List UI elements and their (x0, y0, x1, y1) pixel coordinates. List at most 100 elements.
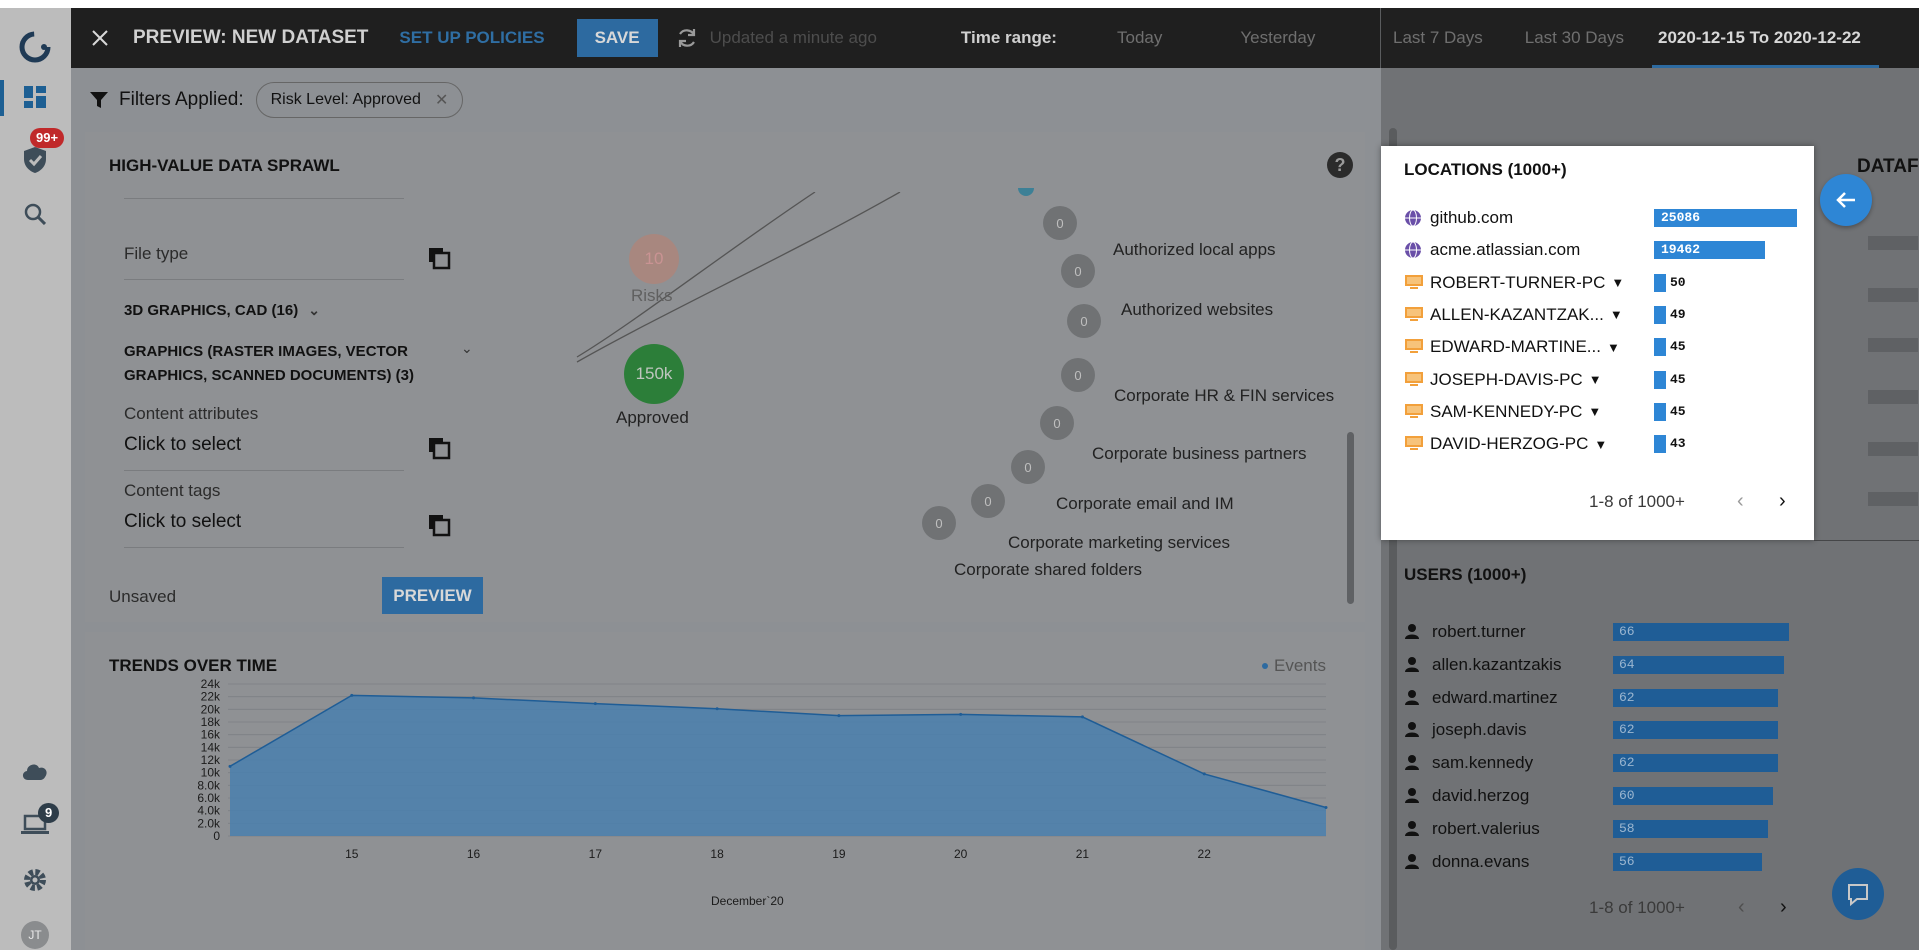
content-attributes-select[interactable]: Click to select (124, 434, 241, 456)
chevron-down-icon[interactable]: ⌄ (308, 302, 320, 319)
expand-caret-icon[interactable]: ▼ (1607, 340, 1620, 355)
user-bar (1613, 623, 1789, 641)
chat-button[interactable] (1832, 868, 1884, 920)
location-row[interactable]: acme.atlassian.com 19462 (1404, 240, 1804, 260)
content-tags-label: Content tags (124, 481, 221, 500)
range-last-7-days[interactable]: Last 7 Days (1393, 28, 1483, 48)
location-name: ROBERT-TURNER-PC (1430, 272, 1606, 292)
events-point[interactable] (1080, 715, 1084, 719)
expand-caret-icon[interactable]: ▼ (1594, 437, 1607, 452)
events-point[interactable] (228, 764, 232, 768)
graph-node[interactable]: 0 (922, 506, 956, 540)
skeleton-bar (1868, 288, 1918, 302)
user-row[interactable]: sam.kennedy 62 (1404, 753, 1804, 773)
range-today[interactable]: Today (1117, 28, 1162, 48)
graph-scrollbar[interactable] (1347, 432, 1354, 604)
expand-caret-icon[interactable]: ▼ (1611, 275, 1624, 290)
user-row[interactable]: donna.evans 56 (1404, 852, 1804, 872)
category-raster-graphics[interactable]: GRAPHICS (RASTER IMAGES, VECTOR GRAPHICS… (124, 340, 414, 388)
events-point[interactable] (1324, 806, 1328, 809)
risks-node[interactable]: 10 (629, 234, 679, 284)
graph-node-label: Corporate HR & FIN services (1114, 386, 1335, 405)
events-point[interactable] (837, 714, 841, 718)
location-row[interactable]: JOSEPH-DAVIS-PC ▼ 45 (1404, 370, 1804, 390)
expand-caret-icon[interactable]: ▼ (1589, 372, 1602, 387)
graph-node[interactable]: 0 (1040, 406, 1074, 440)
location-bar (1654, 402, 1666, 421)
user-row[interactable]: joseph.davis 62 (1404, 720, 1804, 740)
help-icon[interactable]: ? (1327, 152, 1353, 178)
location-row[interactable]: github.com 25086 (1404, 208, 1804, 228)
graph-node[interactable]: 0 (1061, 254, 1095, 288)
location-row[interactable]: EDWARD-MARTINE... ▼ 45 (1404, 337, 1804, 357)
graph-node[interactable]: 0 (1043, 206, 1077, 240)
user-name: sam.kennedy (1432, 753, 1534, 773)
graph-node[interactable]: 0 (971, 484, 1005, 518)
save-button[interactable]: SAVE (576, 19, 658, 57)
events-point[interactable] (1202, 772, 1206, 776)
events-point[interactable] (593, 702, 597, 706)
events-point[interactable] (472, 696, 476, 700)
trends-legend: Events (1262, 656, 1326, 676)
user-icon (1404, 820, 1424, 838)
settings-gear-icon[interactable] (18, 863, 52, 897)
next-page-icon[interactable]: › (1780, 896, 1787, 919)
user-row[interactable]: edward.martinez 62 (1404, 688, 1804, 708)
location-value: 45 (1670, 371, 1686, 387)
location-row[interactable]: ALLEN-KAZANTZAK... ▼ 49 (1404, 305, 1804, 325)
user-icon (1404, 623, 1424, 641)
approved-node[interactable]: 150k (624, 344, 684, 404)
copy-icon[interactable] (427, 246, 451, 270)
events-point[interactable] (959, 712, 963, 716)
close-icon[interactable] (87, 25, 113, 51)
file-type-label: File type (124, 244, 189, 263)
user-row[interactable]: allen.kazantzakis 64 (1404, 655, 1804, 675)
back-button[interactable] (1820, 174, 1872, 226)
search-icon[interactable] (18, 197, 52, 231)
filters-label: Filters Applied: (119, 89, 244, 110)
range-active[interactable]: 2020-12-15 To 2020-12-22 (1652, 8, 1879, 68)
setup-policies-link[interactable]: SET UP POLICIES (399, 28, 544, 48)
user-row[interactable]: david.herzog 60 (1404, 786, 1804, 806)
category-3d-graphics-label: 3D GRAPHICS, CAD (16) (124, 302, 299, 319)
copy-icon[interactable] (427, 436, 451, 460)
x-tick-label: 22 (1198, 847, 1212, 861)
content-tags-select[interactable]: Click to select (124, 511, 241, 533)
category-3d-graphics[interactable]: 3D GRAPHICS, CAD (16) ⌄ (124, 302, 320, 319)
graph-node[interactable]: 0 (1061, 358, 1095, 392)
locations-pagination: 1-8 of 1000+ (1589, 492, 1685, 511)
events-point[interactable] (350, 693, 354, 697)
chip-close-icon[interactable]: ✕ (435, 90, 448, 110)
user-row[interactable]: robert.turner 66 (1404, 622, 1804, 642)
preview-button[interactable]: PREVIEW (382, 577, 483, 614)
y-tick-label: 10k (201, 766, 221, 780)
cloud-icon[interactable] (18, 754, 52, 788)
location-row[interactable]: DAVID-HERZOG-PC ▼ 43 (1404, 434, 1804, 454)
next-page-icon[interactable]: › (1779, 490, 1786, 513)
prev-page-icon[interactable]: ‹ (1738, 896, 1745, 919)
dashboard-icon[interactable] (18, 80, 52, 114)
legend-label: Events (1274, 656, 1326, 675)
graph-node-label: Authorized local apps (1113, 240, 1276, 259)
range-last-30-days[interactable]: Last 30 Days (1525, 28, 1624, 48)
graph-node[interactable]: 0 (1011, 450, 1045, 484)
filter-icon (89, 90, 109, 110)
range-yesterday[interactable]: Yesterday (1240, 28, 1315, 48)
copy-icon[interactable] (427, 513, 451, 537)
expand-caret-icon[interactable]: ▼ (1610, 307, 1623, 322)
location-bar (1654, 338, 1666, 357)
avatar[interactable]: JT (18, 918, 52, 950)
location-row[interactable]: ROBERT-TURNER-PC ▼ 50 (1404, 273, 1804, 293)
location-name: github.com (1430, 208, 1514, 227)
refresh-icon[interactable] (674, 25, 700, 51)
prev-page-icon[interactable]: ‹ (1737, 490, 1744, 513)
expand-caret-icon[interactable]: ▼ (1588, 404, 1601, 419)
graph-node[interactable]: 0 (1067, 304, 1101, 338)
alerts-shield-icon[interactable] (18, 143, 52, 177)
user-row[interactable]: robert.valerius 58 (1404, 819, 1804, 839)
filter-chip[interactable]: Risk Level: Approved ✕ (255, 82, 464, 118)
laptop-icon (1404, 371, 1424, 389)
brand-logo[interactable] (18, 30, 52, 64)
location-row[interactable]: SAM-KENNEDY-PC ▼ 45 (1404, 402, 1804, 422)
events-point[interactable] (715, 707, 719, 711)
